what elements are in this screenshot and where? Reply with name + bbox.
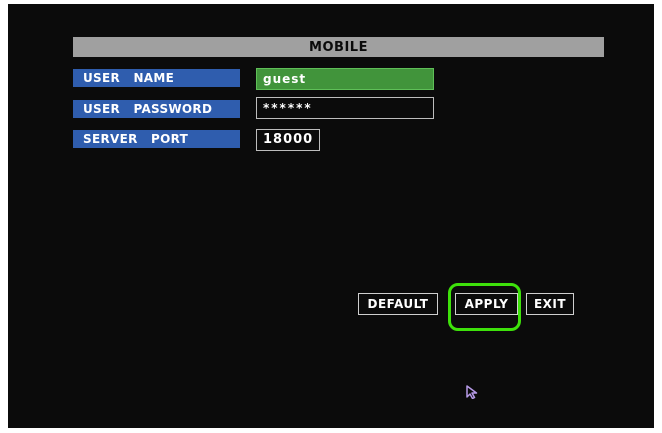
screenshot-frame: MOBILE USER NAME guest USER PASSWORD ***…	[0, 0, 662, 433]
server-port-label: SERVER PORT	[73, 130, 240, 148]
user-name-field[interactable]: guest	[256, 68, 434, 90]
user-password-field[interactable]: ******	[256, 97, 434, 119]
apply-highlight-outline	[448, 283, 521, 331]
user-name-label: USER NAME	[73, 69, 240, 87]
default-button[interactable]: DEFAULT	[358, 293, 438, 315]
mouse-pointer-icon	[466, 385, 478, 399]
user-password-label: USER PASSWORD	[73, 100, 240, 118]
server-port-field[interactable]: 18000	[256, 129, 320, 151]
panel-title: MOBILE	[73, 37, 604, 57]
exit-button[interactable]: EXIT	[526, 293, 574, 315]
